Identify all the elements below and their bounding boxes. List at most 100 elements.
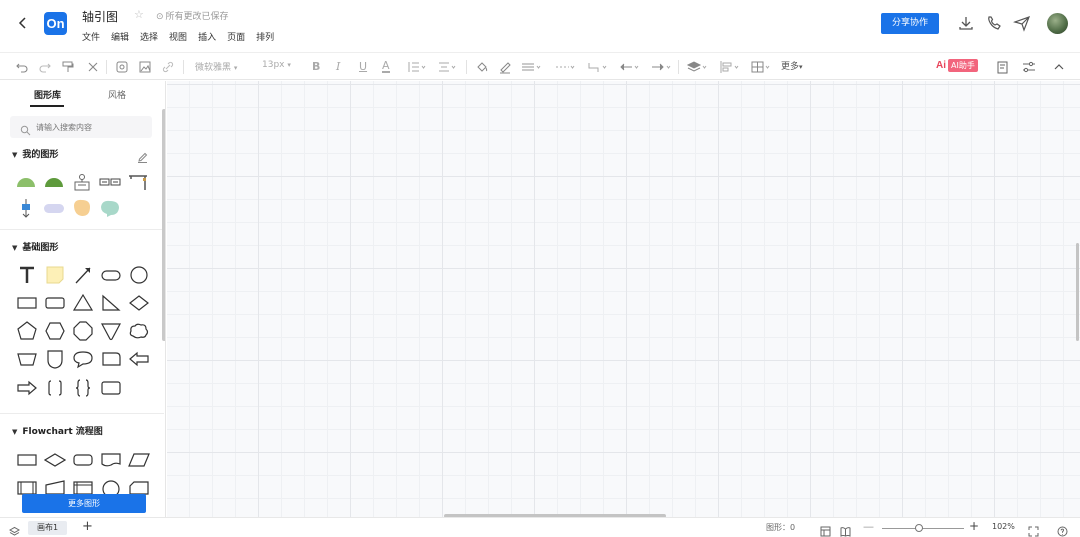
data-shape-icon[interactable] xyxy=(128,449,150,471)
line-width-icon[interactable] xyxy=(520,59,544,75)
speech-bubble-shape-icon[interactable] xyxy=(72,348,94,370)
arrow-line-shape-icon[interactable] xyxy=(72,264,94,286)
menu-insert[interactable]: 插入 xyxy=(198,30,216,43)
layer-icon[interactable] xyxy=(686,59,710,75)
inverted-triangle-shape-icon[interactable] xyxy=(100,320,122,342)
download-icon[interactable] xyxy=(957,14,975,32)
circle-shape-icon[interactable] xyxy=(128,264,150,286)
image-icon[interactable] xyxy=(138,59,152,75)
settings-sliders-icon[interactable] xyxy=(1021,59,1037,75)
more-tools-button[interactable]: 更多▾ xyxy=(781,59,803,75)
document-shape-icon[interactable] xyxy=(100,449,122,471)
menu-file[interactable]: 文件 xyxy=(82,30,100,43)
menu-page[interactable]: 页面 xyxy=(227,30,245,43)
brackets-shape-icon[interactable] xyxy=(44,377,66,399)
collapse-toolbar-icon[interactable] xyxy=(1052,59,1066,75)
align-objects-icon[interactable] xyxy=(718,59,742,75)
my-shape-chain[interactable] xyxy=(99,171,121,193)
bold-icon[interactable]: B xyxy=(312,60,320,73)
star-icon[interactable]: ☆ xyxy=(134,8,144,21)
share-button[interactable]: 分享协作 xyxy=(881,13,939,34)
diamond-shape-icon[interactable] xyxy=(128,292,150,314)
zoom-in-icon[interactable]: + xyxy=(969,519,979,533)
section-basic-shapes[interactable]: ▼ 基础图形 xyxy=(12,240,58,253)
page-settings-icon[interactable] xyxy=(996,59,1010,75)
pentagon-shape-icon[interactable] xyxy=(16,320,38,342)
page-view-icon[interactable] xyxy=(820,522,831,537)
left-arrow-shape-icon[interactable] xyxy=(128,348,150,370)
search-input[interactable] xyxy=(36,119,146,135)
my-shape-peach-blob[interactable] xyxy=(71,197,93,219)
user-avatar[interactable] xyxy=(1047,13,1068,34)
italic-icon[interactable]: I xyxy=(336,60,340,73)
menu-arrange[interactable]: 排列 xyxy=(256,30,274,43)
triangle-shape-icon[interactable] xyxy=(72,292,94,314)
more-shapes-button[interactable]: 更多图形 xyxy=(22,494,146,513)
my-shape-pin[interactable] xyxy=(15,197,37,219)
help-icon[interactable] xyxy=(1057,522,1068,537)
phone-icon[interactable] xyxy=(985,14,1003,32)
tab-style[interactable]: 风格 xyxy=(108,88,126,101)
page-tab[interactable]: 画布1 xyxy=(28,521,67,535)
clear-format-icon[interactable] xyxy=(86,59,100,75)
shield-shape-icon[interactable] xyxy=(44,348,66,370)
folder-shape-icon[interactable] xyxy=(100,348,122,370)
sticky-note-shape-icon[interactable] xyxy=(44,264,66,286)
process-shape-icon[interactable] xyxy=(16,449,38,471)
menu-select[interactable]: 选择 xyxy=(140,30,158,43)
zoom-out-icon[interactable]: — xyxy=(863,520,874,533)
align-icon[interactable] xyxy=(437,59,457,75)
rectangle-shape-icon[interactable] xyxy=(16,292,38,314)
connector-style-icon[interactable] xyxy=(586,59,610,75)
braces-shape-icon[interactable] xyxy=(72,377,94,399)
undo-icon[interactable] xyxy=(15,59,29,75)
underline-icon[interactable]: U xyxy=(359,60,367,73)
format-painter-icon[interactable] xyxy=(61,59,75,75)
section-flowchart[interactable]: ▼ Flowchart 流程图 xyxy=(12,424,103,437)
link-icon[interactable] xyxy=(161,59,175,75)
zoom-level[interactable]: 102% xyxy=(992,522,1015,531)
sidebar-scrollbar[interactable] xyxy=(162,109,165,341)
font-family-select[interactable]: 微软雅黑 ▾ xyxy=(195,60,237,73)
table-icon[interactable] xyxy=(750,59,774,75)
my-shape-green-dome[interactable] xyxy=(15,171,37,193)
cloud-shape-icon[interactable] xyxy=(128,320,150,342)
send-icon[interactable] xyxy=(1013,14,1031,32)
line-style-icon[interactable] xyxy=(554,59,578,75)
hexagon-shape-icon[interactable] xyxy=(44,320,66,342)
font-color-icon[interactable]: A xyxy=(382,60,390,73)
trapezoid-shape-icon[interactable] xyxy=(16,348,38,370)
back-arrow-icon[interactable] xyxy=(14,14,32,32)
edit-icon[interactable] xyxy=(137,148,148,167)
zoom-slider-track[interactable] xyxy=(882,528,964,529)
add-page-icon[interactable]: + xyxy=(82,519,93,534)
my-shape-frame[interactable] xyxy=(127,171,149,193)
start-arrow-icon[interactable] xyxy=(618,59,642,75)
fullscreen-icon[interactable] xyxy=(1028,522,1039,537)
my-shape-dark-green-dome[interactable] xyxy=(43,171,65,193)
line-color-icon[interactable] xyxy=(498,59,512,75)
menu-view[interactable]: 视图 xyxy=(169,30,187,43)
theme-icon[interactable] xyxy=(115,59,129,75)
octagon-shape-icon[interactable] xyxy=(72,320,94,342)
canvas-vertical-scrollbar[interactable] xyxy=(1076,243,1079,341)
my-shape-mint-blob[interactable] xyxy=(99,197,121,219)
my-shape-lavender-pill[interactable] xyxy=(43,197,65,219)
app-logo[interactable]: On xyxy=(44,12,67,35)
font-size-select[interactable]: 13px ▾ xyxy=(262,60,291,70)
rounded-rect-shape-icon[interactable] xyxy=(100,264,122,286)
right-arrow-shape-icon[interactable] xyxy=(16,377,38,399)
text-shape-icon[interactable] xyxy=(16,264,38,286)
document-title[interactable]: 轴引图 xyxy=(82,8,118,25)
section-my-shapes[interactable]: ▼ 我的图形 xyxy=(12,147,58,160)
ai-assistant-button[interactable]: Ai AI助手 xyxy=(936,58,978,72)
layers-icon[interactable] xyxy=(8,522,21,537)
my-shape-flow-figure[interactable] xyxy=(71,171,93,193)
zoom-slider-handle[interactable] xyxy=(915,524,923,532)
menu-edit[interactable]: 编辑 xyxy=(111,30,129,43)
end-arrow-icon[interactable] xyxy=(650,59,674,75)
terminator-shape-icon[interactable] xyxy=(72,449,94,471)
round-rectangle-shape-icon[interactable] xyxy=(44,292,66,314)
decision-shape-icon[interactable] xyxy=(43,449,67,471)
drawing-canvas[interactable] xyxy=(167,81,1080,517)
